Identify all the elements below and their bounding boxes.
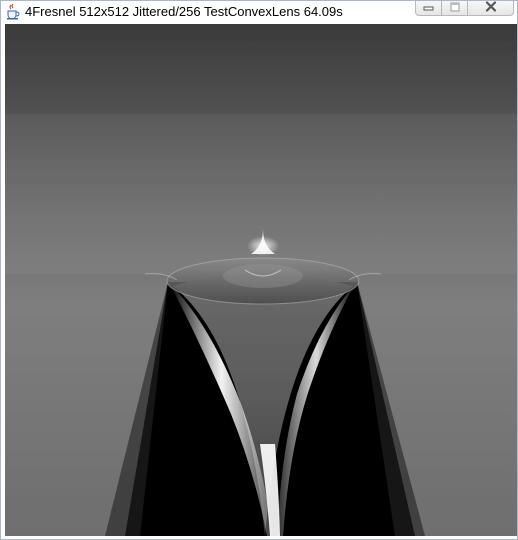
maximize-icon: [449, 0, 461, 17]
minimize-button[interactable]: [415, 1, 442, 16]
minimize-icon: [423, 0, 435, 17]
rendered-image: [5, 24, 517, 536]
maximize-button[interactable]: [442, 1, 468, 16]
window-controls: [415, 1, 514, 16]
app-window: 4Fresnel 512x512 Jittered/256 TestConvex…: [0, 0, 518, 540]
title-bar[interactable]: 4Fresnel 512x512 Jittered/256 TestConvex…: [1, 1, 517, 23]
close-icon: [485, 0, 497, 17]
close-button[interactable]: [468, 1, 514, 16]
render-canvas: [5, 24, 517, 536]
window-title: 4Fresnel 512x512 Jittered/256 TestConvex…: [25, 4, 343, 19]
java-cup-icon[interactable]: [5, 3, 21, 20]
